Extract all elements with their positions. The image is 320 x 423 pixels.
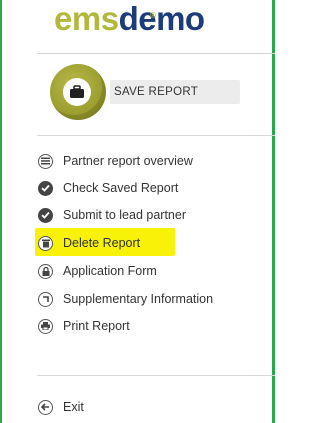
menu-item-label: Check Saved Report [63, 181, 179, 195]
menu-item-print-report[interactable]: Print Report [38, 315, 130, 337]
menu-item-label: Submit to lead partner [63, 208, 186, 222]
menu-item-label: Partner report overview [63, 154, 193, 168]
menu-item-check-saved-report[interactable]: Check Saved Report [38, 177, 178, 199]
menu-item-delete-report[interactable]: Delete Report [38, 232, 140, 254]
divider-bottom [37, 375, 275, 376]
corner-arrow-icon [38, 291, 53, 307]
ems-logo: emsdemo ® [54, 2, 205, 36]
menu-item-label: Application Form [63, 264, 157, 278]
lock-icon [38, 263, 53, 279]
divider-top [37, 53, 275, 54]
logo-registered-mark: ® [150, 11, 156, 20]
briefcase-icon [63, 78, 91, 106]
list-icon [38, 153, 53, 169]
menu-item-partner-report-overview[interactable]: Partner report overview [38, 150, 193, 172]
sidebar-panel: emsdemo ® SAVE REPORT Partner report ove… [0, 0, 275, 423]
trash-icon [38, 235, 53, 251]
save-report-circle[interactable] [50, 64, 106, 120]
save-report-button[interactable]: SAVE REPORT [50, 64, 240, 120]
divider-middle [37, 135, 275, 136]
logo-demo-text: demo [118, 0, 206, 37]
menu-item-application-form[interactable]: Application Form [38, 260, 157, 282]
exit-label: Exit [63, 400, 84, 414]
menu-item-label: Print Report [63, 319, 130, 333]
menu-item-label: Supplementary Information [63, 292, 214, 306]
logo-ems-text: ems [54, 0, 119, 37]
save-report-label: SAVE REPORT [114, 86, 199, 98]
back-arrow-icon [38, 399, 53, 415]
exit-button[interactable]: Exit [38, 396, 84, 418]
menu-item-label: Delete Report [63, 236, 141, 250]
menu-item-supplementary-information[interactable]: Supplementary Information [38, 288, 213, 310]
check-icon [38, 207, 53, 223]
menu-item-submit-to-lead-partner[interactable]: Submit to lead partner [38, 204, 186, 226]
printer-icon [38, 318, 53, 334]
check-icon [38, 180, 53, 196]
save-report-label-bar[interactable]: SAVE REPORT [110, 80, 240, 104]
